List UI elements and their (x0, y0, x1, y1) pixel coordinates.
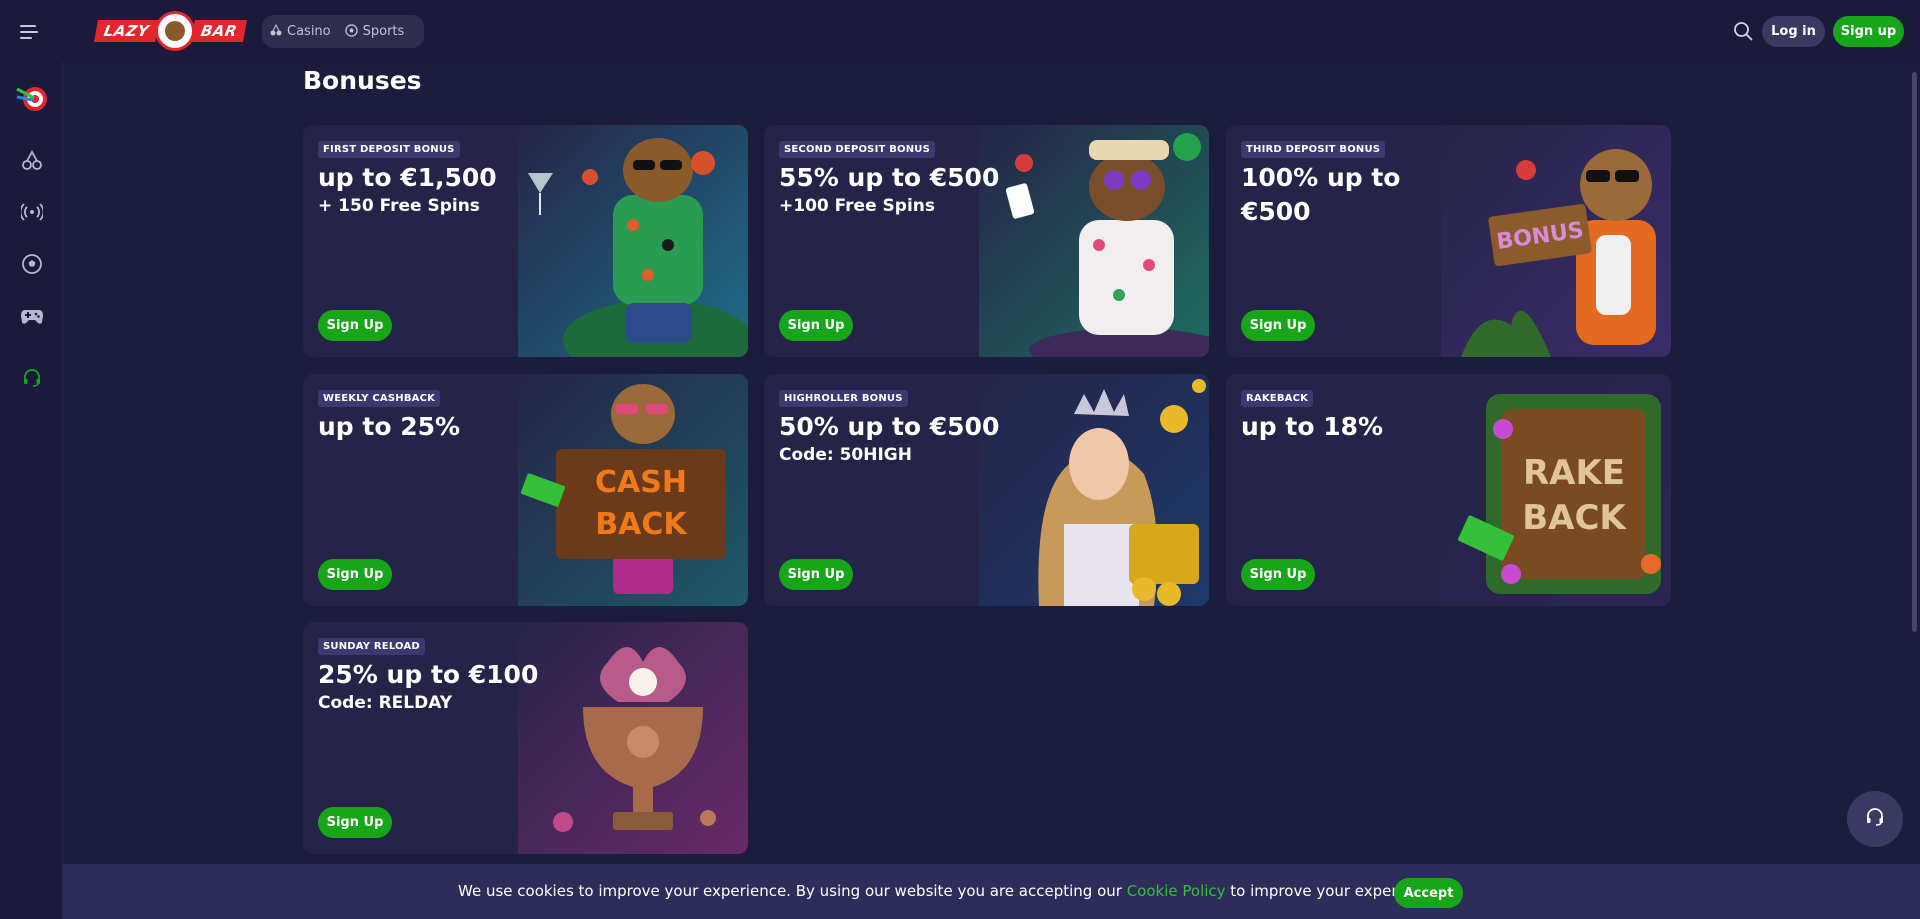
cashback-sign-line2: BACK (595, 507, 688, 542)
search-icon[interactable] (1733, 21, 1753, 41)
bonus-subtext: + 150 Free Spins (318, 196, 480, 216)
sidebar (0, 62, 63, 919)
logo-text-right: BAR (190, 20, 247, 42)
bonus-headline: 55% up to €500 +100 Free Spins (779, 161, 1009, 217)
soccer-ball-icon (344, 23, 358, 40)
cookie-banner: We use cookies to improve your experienc… (63, 864, 1920, 919)
poker-bear-art (979, 125, 1209, 357)
bonus-amount: 55% up to €500 (779, 163, 1000, 192)
cookie-text-before: We use cookies to improve your experienc… (458, 882, 1127, 900)
gamepad-icon[interactable] (18, 302, 46, 330)
bonus-headline: 25% up to €100 Code: RELDAY (318, 658, 548, 714)
nav-sports[interactable]: Sports (344, 23, 405, 40)
top-header: LAZY BAR Casino Sports Log in Sign up (0, 0, 1920, 62)
support-headset-icon[interactable] (18, 364, 46, 392)
cashback-sign-line1: CASH (595, 465, 687, 500)
bonus-code: Code: RELDAY (318, 693, 453, 713)
bonus-code: Code: 50HIGH (779, 445, 912, 465)
rakeback-sign-line2: BACK (1522, 498, 1627, 538)
bonus-card-third-deposit: BONUS THIRD DEPOSIT BONUS 100% up to €50… (1226, 125, 1671, 357)
capybara-cocktail-art (518, 125, 748, 357)
bonus-amount: up to €1,500 (318, 163, 497, 192)
bonus-card-rakeback: RAKE BACK RAKEBACK up to 18% Sign Up (1226, 374, 1671, 606)
bonus-card-sunday-reload: SUNDAY RELOAD 25% up to €100 Code: RELDA… (303, 622, 748, 854)
bonus-headline: up to 18% (1241, 410, 1471, 444)
bonus-headline: up to €1,500 + 150 Free Spins (318, 161, 548, 217)
bonus-tag: SUNDAY RELOAD (318, 638, 425, 655)
cookie-policy-link[interactable]: Cookie Policy (1127, 882, 1226, 900)
bonus-card-first-deposit: FIRST DEPOSIT BONUS up to €1,500 + 150 F… (303, 125, 748, 357)
live-broadcast-icon[interactable] (18, 198, 46, 226)
headset-icon (1865, 807, 1885, 831)
sign-up-button[interactable]: Sign Up (779, 559, 853, 590)
bonus-amount: 25% up to €100 (318, 660, 539, 689)
accept-cookies-button[interactable]: Accept (1394, 878, 1463, 908)
sign-up-button[interactable]: Sign Up (1241, 559, 1315, 590)
bonus-subtext: +100 Free Spins (779, 196, 935, 216)
login-button[interactable]: Log in (1762, 16, 1825, 47)
cookie-message: We use cookies to improve your experienc… (458, 882, 1438, 900)
trophy-flower-art (518, 622, 748, 854)
bonus-card-highroller: HIGHROLLER BONUS 50% up to €500 Code: 50… (764, 374, 1209, 606)
bonus-card-second-deposit: SECOND DEPOSIT BONUS 55% up to €500 +100… (764, 125, 1209, 357)
nav-casino[interactable]: Casino (270, 23, 331, 39)
capybara-bonus-sign-art: BONUS (1441, 125, 1671, 357)
sign-up-button[interactable]: Sign Up (318, 310, 392, 341)
hamburger-icon[interactable] (20, 20, 44, 44)
bonus-tag: RAKEBACK (1241, 390, 1314, 407)
bonus-headline: 50% up to €500 Code: 50HIGH (779, 410, 1019, 466)
nav-casino-label: Casino (287, 24, 331, 39)
signup-button[interactable]: Sign up (1833, 16, 1904, 47)
cashback-sign-art: CASH BACK (518, 374, 748, 606)
bonus-tag: THIRD DEPOSIT BONUS (1241, 141, 1386, 158)
main-nav: Casino Sports (262, 15, 424, 48)
nav-sports-label: Sports (362, 24, 405, 39)
bonus-headline: 100% up to €500 (1241, 161, 1471, 229)
bonus-card-weekly-cashback: CASH BACK WEEKLY CASHBACK up to 25% Sign… (303, 374, 748, 606)
cherry-icon[interactable] (18, 146, 46, 174)
queen-gold-art (979, 374, 1209, 606)
sign-up-button[interactable]: Sign Up (318, 807, 392, 838)
bonus-tag: HIGHROLLER BONUS (779, 390, 908, 407)
page-scrollbar[interactable] (1912, 72, 1917, 632)
page-title: Bonuses (303, 66, 422, 95)
bonus-tag: FIRST DEPOSIT BONUS (318, 141, 460, 158)
site-logo[interactable]: LAZY BAR (94, 10, 247, 52)
bonus-tag: SECOND DEPOSIT BONUS (779, 141, 936, 158)
cherry-icon (270, 23, 282, 39)
rakeback-sign-line1: RAKE (1523, 453, 1625, 493)
bonus-tag: WEEKLY CASHBACK (318, 390, 441, 407)
soccer-ball-icon[interactable] (18, 250, 46, 278)
bonus-amount: up to 18% (1241, 412, 1384, 441)
bonus-amount: up to 25% (318, 412, 461, 441)
bonus-amount: 100% up to €500 (1241, 163, 1401, 226)
bonus-amount: 50% up to €500 (779, 412, 1000, 441)
bonus-headline: up to 25% (318, 410, 548, 444)
sign-up-button[interactable]: Sign Up (318, 559, 392, 590)
sign-up-button[interactable]: Sign Up (779, 310, 853, 341)
darts-target-icon[interactable] (12, 78, 52, 118)
rakeback-sign-art: RAKE BACK (1441, 374, 1671, 606)
chat-support-button[interactable] (1847, 791, 1903, 847)
logo-badge (154, 11, 195, 51)
sign-up-button[interactable]: Sign Up (1241, 310, 1315, 341)
logo-text-left: LAZY (94, 20, 159, 42)
